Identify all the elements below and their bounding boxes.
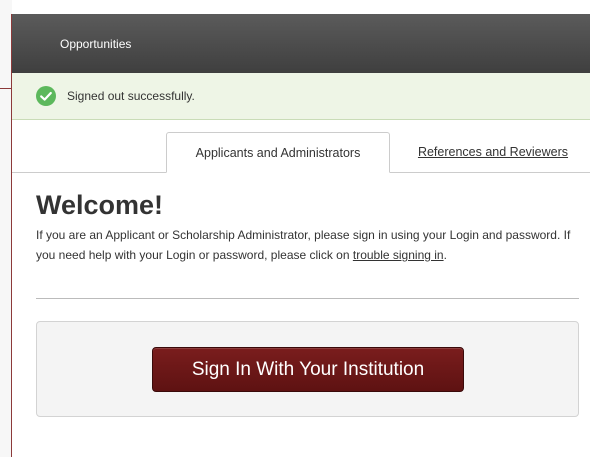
check-circle-icon	[36, 86, 56, 106]
intro-paragraph: If you are an Applicant or Scholarship A…	[36, 225, 572, 265]
success-alert: Signed out successfully.	[12, 73, 590, 120]
divider	[36, 298, 579, 299]
tab-applicants-administrators[interactable]: Applicants and Administrators	[166, 132, 390, 173]
nav-link-opportunities[interactable]: Opportunities	[60, 37, 131, 51]
intro-end: .	[443, 248, 447, 262]
page-title: Welcome!	[36, 190, 164, 220]
trouble-signing-in-link[interactable]: trouble signing in	[353, 248, 444, 262]
alert-message: Signed out successfully.	[67, 89, 195, 103]
intro-text: If you are an Applicant or Scholarship A…	[36, 228, 571, 262]
signin-panel: Sign In With Your Institution	[36, 321, 579, 417]
sign-in-institution-button[interactable]: Sign In With Your Institution	[152, 347, 464, 392]
top-navbar: Opportunities	[12, 14, 590, 73]
tab-references-reviewers[interactable]: References and Reviewers	[398, 132, 588, 173]
